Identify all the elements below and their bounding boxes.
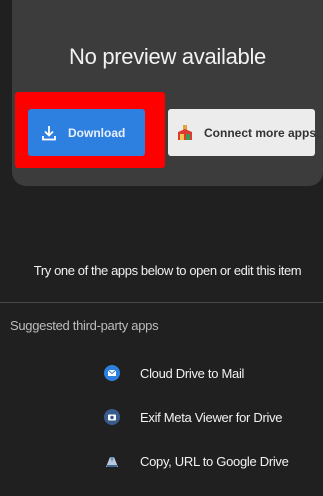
download-icon	[40, 124, 58, 142]
drive-apps-icon	[176, 124, 194, 142]
app-name: Exif Meta Viewer for Drive	[140, 409, 283, 425]
connect-more-apps-button[interactable]: Connect more apps...	[168, 109, 323, 156]
download-button-label: Download	[68, 125, 126, 140]
preview-title: No preview available	[69, 44, 266, 69]
camera-icon	[104, 409, 120, 425]
try-apps-instruction: Try one of the apps below to open or edi…	[33, 263, 302, 278]
app-item-exif-meta-viewer[interactable]: Exif Meta Viewer for Drive	[104, 405, 283, 429]
suggested-apps-heading: Suggested third-party apps	[10, 318, 159, 333]
app-name: Copy, URL to Google Drive	[140, 453, 289, 469]
drive-upload-icon	[104, 453, 120, 469]
app-name: Cloud Drive to Mail	[140, 365, 245, 381]
drive-preview-panel: No preview available Download Connect mo…	[0, 0, 323, 496]
app-item-copy-url-to-drive[interactable]: Copy, URL to Google Drive	[104, 449, 289, 473]
app-item-cloud-drive-to-mail[interactable]: Cloud Drive to Mail	[104, 361, 244, 385]
mail-icon	[104, 365, 120, 381]
download-button[interactable]: Download	[28, 109, 145, 156]
connect-more-apps-label: Connect more apps...	[204, 125, 323, 140]
section-divider	[0, 302, 323, 303]
